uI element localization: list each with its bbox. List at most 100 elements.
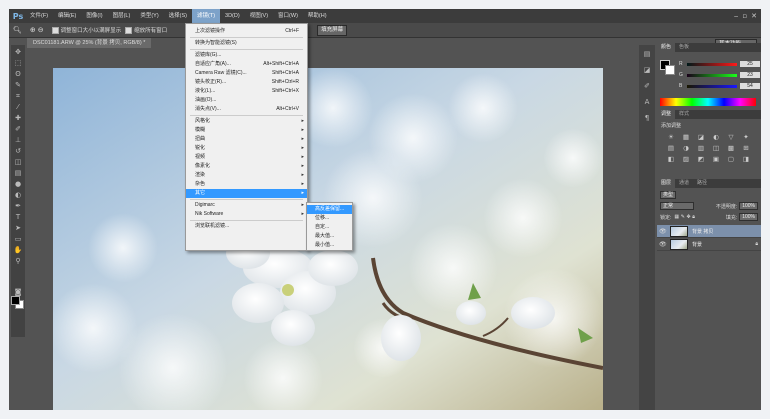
fill-input[interactable]: 100% xyxy=(739,213,758,221)
eyedropper-tool-icon[interactable]: ⁄ xyxy=(13,102,23,112)
history-panel-icon[interactable]: ▤ xyxy=(642,49,652,59)
foreground-color-swatch[interactable] xyxy=(11,296,20,305)
channel-slider[interactable] xyxy=(687,84,737,88)
color-spectrum-bar[interactable] xyxy=(660,98,756,106)
zoom-tool-icon[interactable]: ⚲ xyxy=(13,256,23,266)
tab-swatches[interactable]: 色板 xyxy=(675,43,693,52)
filter-menu-item[interactable]: 镜头校正(R)... Shift+Ctrl+R xyxy=(186,78,307,87)
filter-menu-item[interactable]: 其它 ▸ xyxy=(186,189,307,198)
eye-icon[interactable]: 👁︎ xyxy=(659,241,667,248)
tab-layers[interactable]: 图层 xyxy=(657,179,676,188)
brush-tool-icon[interactable]: ✐ xyxy=(13,124,23,134)
filter-menu-item[interactable]: 滤镜库(G)... xyxy=(186,51,307,60)
adjustment-icon[interactable]: ◨ xyxy=(742,155,750,163)
filter-menu-item[interactable]: 视频 ▸ xyxy=(186,153,307,162)
pen-tool-icon[interactable]: ✒ xyxy=(13,201,23,211)
adjustment-icon[interactable]: ☀ xyxy=(667,133,675,141)
filter-menu-item[interactable]: 锐化 ▸ xyxy=(186,144,307,153)
other-submenu-item[interactable]: 最大值... xyxy=(307,232,352,241)
zoom-out-icon[interactable]: ⊖ xyxy=(38,26,44,34)
quick-select-tool-icon[interactable]: ✎ xyxy=(13,80,23,90)
tab-channels[interactable]: 通道 xyxy=(675,179,693,188)
menu-5[interactable]: 选择(S) xyxy=(164,9,192,23)
filter-menu-item[interactable]: 转换为智能滤镜(S) xyxy=(186,39,307,48)
menu-2[interactable]: 图像(I) xyxy=(81,9,107,23)
adjustment-icon[interactable]: ▦ xyxy=(682,133,690,141)
marquee-tool-icon[interactable]: ⬚ xyxy=(13,58,23,68)
menu-8[interactable]: 视图(V) xyxy=(245,9,273,23)
lasso-tool-icon[interactable]: ʘ xyxy=(13,69,23,79)
lock-icons[interactable]: ▦ ✎ ✥ 🔒︎ xyxy=(674,214,695,220)
resize-windows-option[interactable]: 调整窗口大小以满屏显示 xyxy=(51,26,121,34)
filter-menu-item[interactable]: 上次滤镜操作 Ctrl+F xyxy=(186,27,307,36)
crop-tool-icon[interactable]: ⌗ xyxy=(13,91,23,101)
filter-menu-item[interactable]: 风格化 ▸ xyxy=(186,117,307,126)
properties-panel-icon[interactable]: ◪ xyxy=(642,65,652,75)
channel-slider[interactable] xyxy=(687,73,737,77)
menu-7[interactable]: 3D(D) xyxy=(220,9,245,23)
adjustment-icon[interactable]: ▢ xyxy=(727,155,735,163)
panel-background-swatch[interactable] xyxy=(665,65,675,75)
layer-row[interactable]: 👁︎ 背景 🔒︎ xyxy=(657,238,761,251)
adjustment-icon[interactable]: ▤ xyxy=(667,144,675,152)
fill-screen-button[interactable]: 填充屏幕 xyxy=(317,24,348,36)
menu-4[interactable]: 类型(Y) xyxy=(135,9,163,23)
menu-6[interactable]: 滤镜(T) xyxy=(192,9,221,23)
tab-adjustments[interactable]: 调整 xyxy=(657,110,676,119)
adjustment-icon[interactable]: ⊞ xyxy=(742,144,750,152)
tab-color[interactable]: 颜色 xyxy=(657,43,676,52)
adjustment-icon[interactable]: ◫ xyxy=(712,144,720,152)
menu-9[interactable]: 窗口(W) xyxy=(273,9,303,23)
filter-menu-item[interactable]: 自适应广角(A)... Alt+Shift+Ctrl+A xyxy=(186,60,307,69)
channel-slider[interactable] xyxy=(687,62,737,66)
menu-3[interactable]: 图层(L) xyxy=(108,9,136,23)
filter-menu-item[interactable]: 扭曲 ▸ xyxy=(186,135,307,144)
hand-tool-icon[interactable]: ✋ xyxy=(13,245,23,255)
zoom-all-checkbox[interactable] xyxy=(125,26,133,34)
channel-value-input[interactable]: 23 xyxy=(740,72,760,78)
zoom-tool-indicator[interactable]: 🔍︎ ⊕ ⊖ xyxy=(13,26,44,34)
other-submenu-item[interactable]: 最小值... xyxy=(307,241,352,250)
adjustment-icon[interactable]: ▽ xyxy=(727,133,735,141)
filter-menu-item[interactable]: 像素化 ▸ xyxy=(186,162,307,171)
filter-menu-item[interactable]: Camera Raw 滤镜(C)... Shift+Ctrl+A xyxy=(186,69,307,78)
tab-paths[interactable]: 路径 xyxy=(693,179,711,188)
adjustment-icon[interactable]: ◧ xyxy=(667,155,675,163)
adjustment-icon[interactable]: ◐ xyxy=(712,133,720,141)
other-submenu-item[interactable]: 高反差保留... xyxy=(307,205,352,214)
menu-1[interactable]: 编辑(E) xyxy=(53,9,81,23)
adjustment-icon[interactable]: ▩ xyxy=(727,144,735,152)
other-submenu-item[interactable]: 自定... xyxy=(307,223,352,232)
menu-10[interactable]: 帮助(H) xyxy=(303,9,332,23)
close-icon[interactable]: ✕ xyxy=(751,12,757,20)
filter-menu-item[interactable]: Nik Software ▸ xyxy=(186,210,307,219)
adjustment-icon[interactable]: ◪ xyxy=(697,133,705,141)
filter-menu-item[interactable]: 杂色 ▸ xyxy=(186,180,307,189)
gradient-tool-icon[interactable]: ▤ xyxy=(13,168,23,178)
tab-styles[interactable]: 样式 xyxy=(675,110,693,119)
filter-menu-item[interactable]: 消失点(V)... Alt+Ctrl+V xyxy=(186,105,307,114)
filter-menu-item[interactable]: 液化(L)... Shift+Ctrl+X xyxy=(186,87,307,96)
document-tab[interactable]: DSC01181.ARW @ 25% (背景 拷贝, RGB/8) * xyxy=(27,38,152,48)
menu-0[interactable]: 文件(F) xyxy=(25,9,53,23)
resize-windows-checkbox[interactable] xyxy=(51,26,59,34)
channel-value-input[interactable]: 25 xyxy=(740,61,760,67)
healing-tool-icon[interactable]: ✚ xyxy=(13,113,23,123)
move-tool-icon[interactable]: ✥ xyxy=(13,47,23,57)
channel-value-input[interactable]: 54 xyxy=(740,83,760,89)
type-tool-icon[interactable]: T xyxy=(13,212,23,222)
eraser-tool-icon[interactable]: ◫ xyxy=(13,157,23,167)
opacity-input[interactable]: 100% xyxy=(739,202,758,210)
zoom-all-option[interactable]: 缩放所有窗口 xyxy=(125,26,167,34)
adjustment-icon[interactable]: ◑ xyxy=(682,144,690,152)
eye-icon[interactable]: 👁︎ xyxy=(659,228,667,235)
adjustment-icon[interactable]: ▨ xyxy=(682,155,690,163)
history-brush-tool-icon[interactable]: ↺ xyxy=(13,146,23,156)
maximize-icon[interactable]: ▫ xyxy=(742,12,747,20)
blend-mode-select[interactable]: 正常 xyxy=(660,202,694,210)
blur-tool-icon[interactable]: ● xyxy=(13,179,23,189)
character-panel-icon[interactable]: A xyxy=(642,97,652,107)
shape-tool-icon[interactable]: ▭ xyxy=(13,234,23,244)
filter-menu-item[interactable]: 浏览联机滤镜... xyxy=(186,222,307,231)
other-submenu-item[interactable]: 位移... xyxy=(307,214,352,223)
